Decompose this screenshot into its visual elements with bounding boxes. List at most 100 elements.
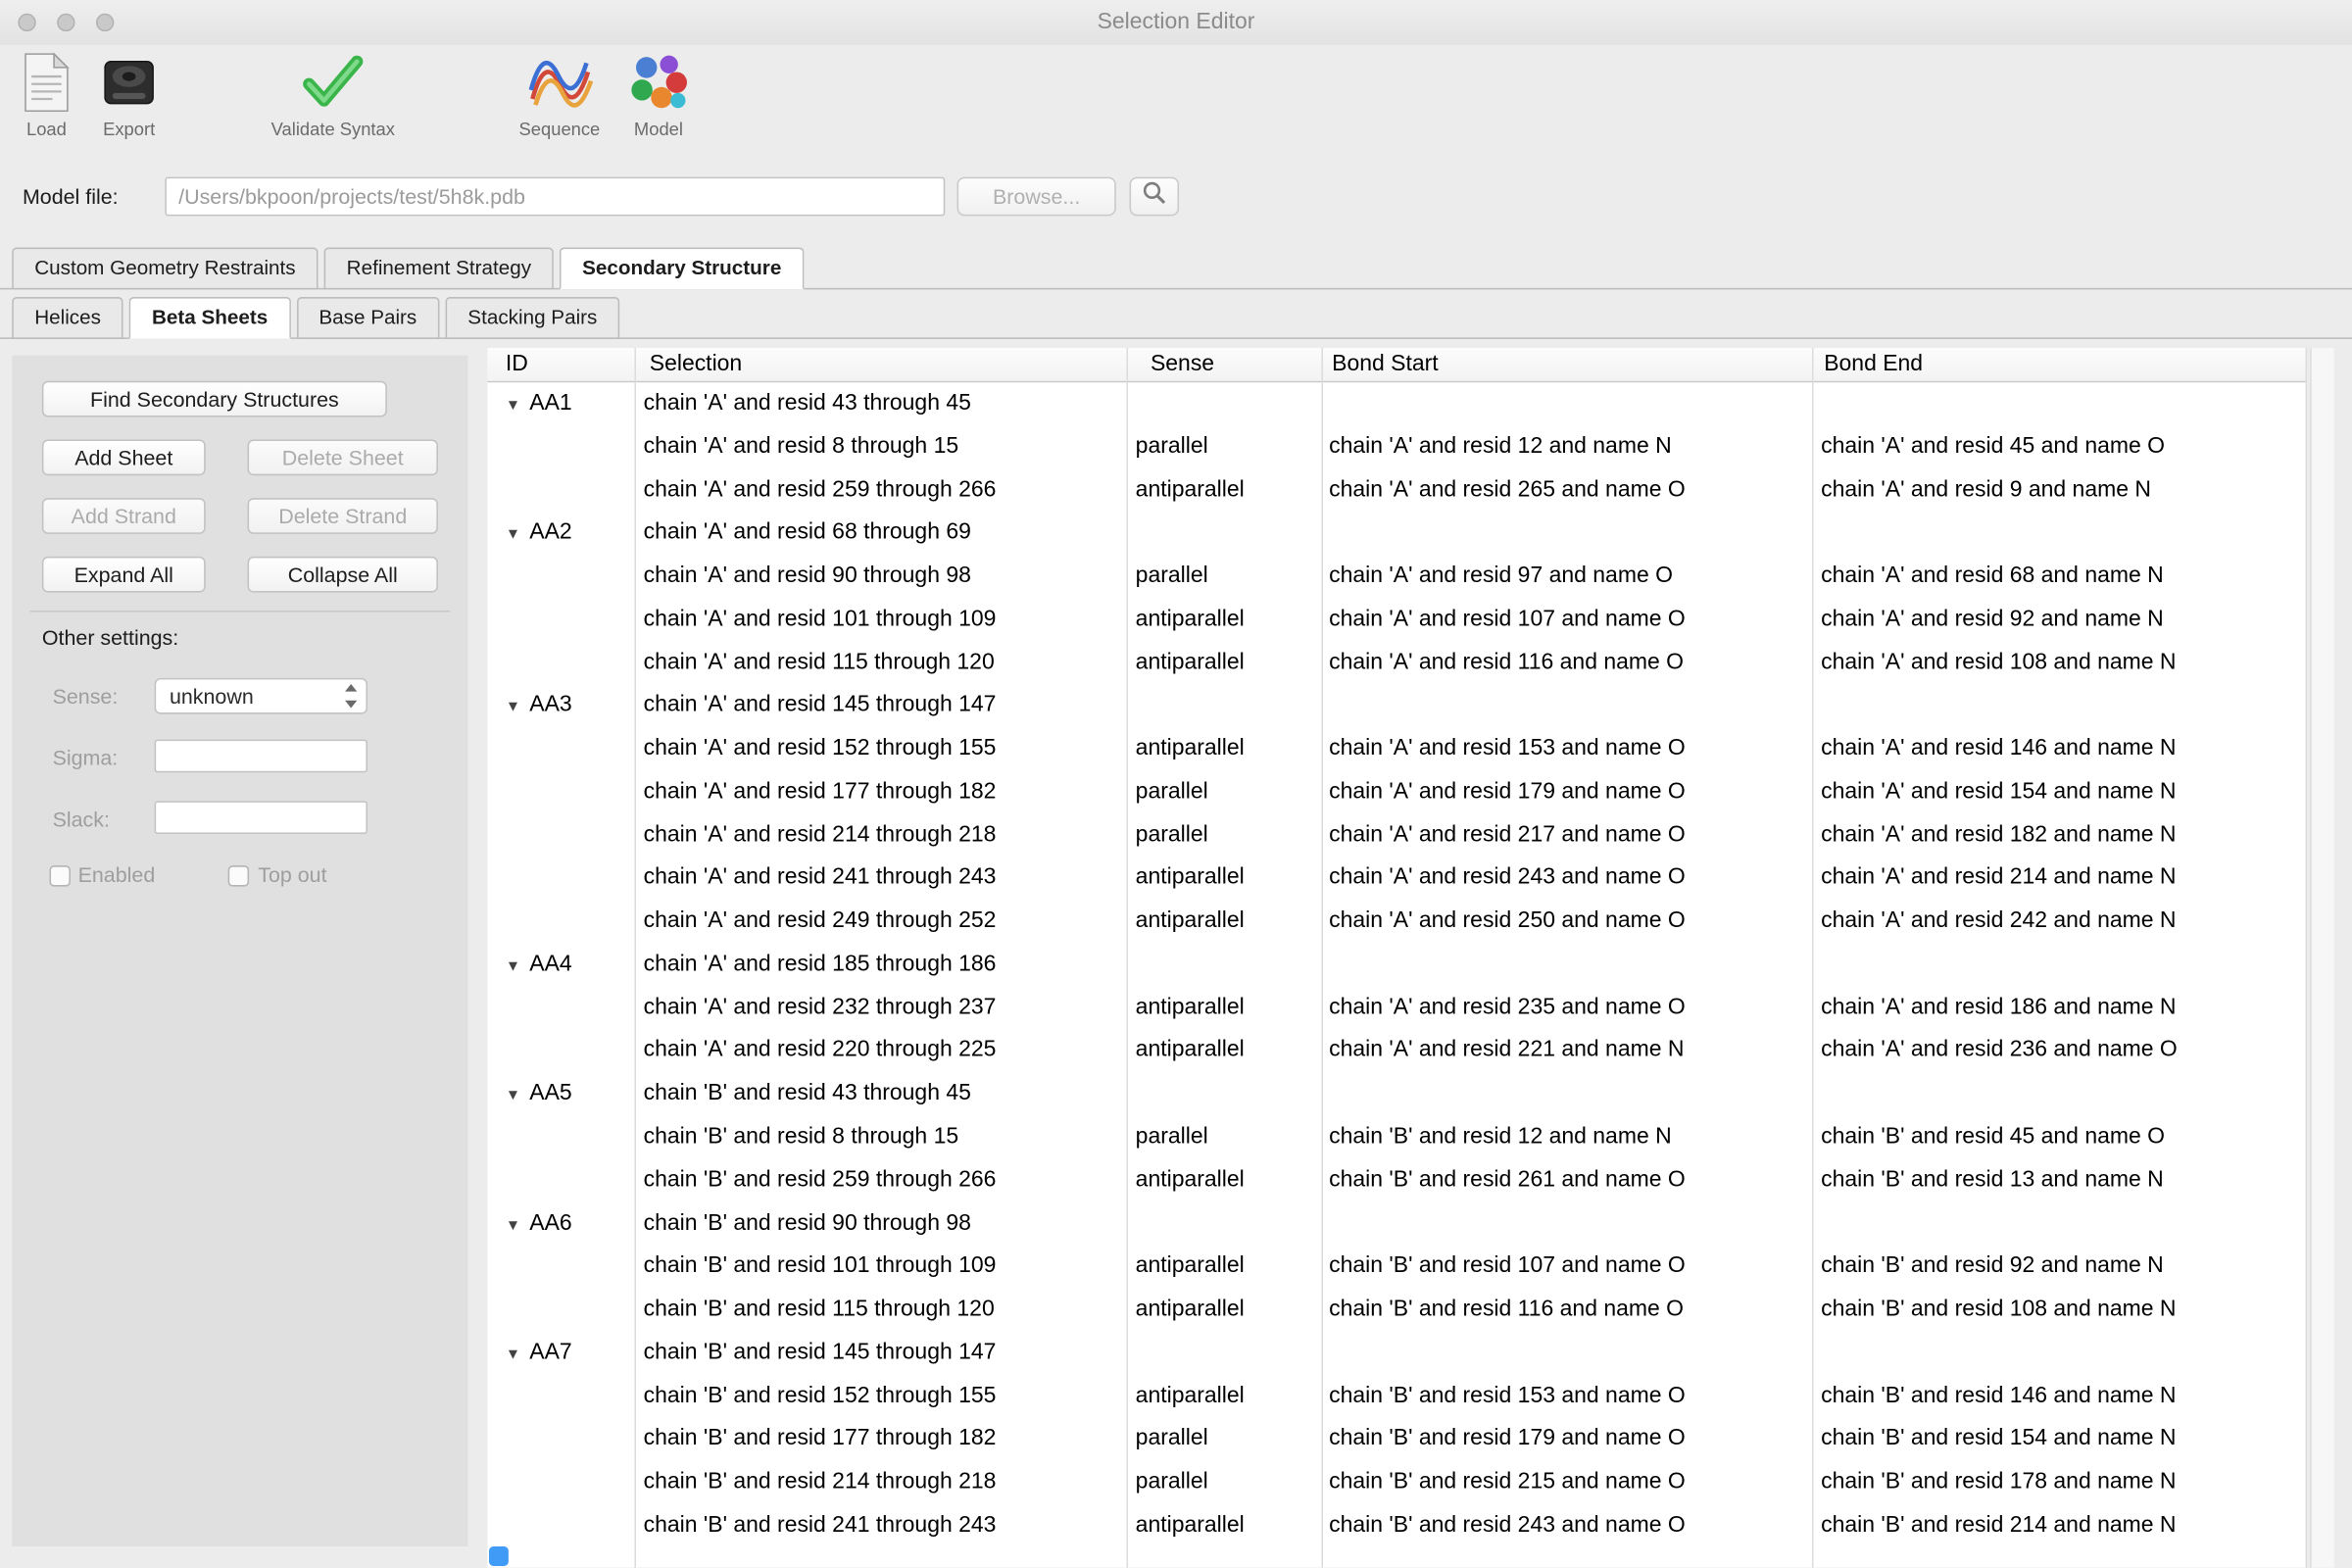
table-row[interactable]: ▼AA7 chain 'B' and resid 145 through 147 [487, 1332, 2307, 1375]
tab-helices[interactable]: Helices [12, 297, 123, 339]
cell-id: ▼AA7 [487, 1332, 634, 1375]
table-row[interactable]: ▼AA2 chain 'A' and resid 68 through 69 [487, 512, 2307, 555]
sidebar-panel: Find Secondary Structures Add Sheet Dele… [12, 356, 467, 1546]
delete-strand-button[interactable]: Delete Strand [248, 498, 438, 534]
column-header-bond-start[interactable]: Bond Start [1321, 348, 1812, 381]
disclosure-triangle-icon[interactable]: ▼ [506, 385, 529, 425]
table-row[interactable]: ▼ chain 'B' and resid 115 through 120 an… [487, 1289, 2307, 1332]
add-strand-button[interactable]: Add Strand [42, 498, 206, 534]
sense-dropdown[interactable]: unknown [155, 678, 368, 714]
table-row[interactable]: ▼AA4 chain 'A' and resid 185 through 186 [487, 944, 2307, 987]
table-row[interactable]: ▼ chain 'A' and resid 214 through 218 pa… [487, 814, 2307, 858]
tab-refinement-strategy[interactable]: Refinement Strategy [324, 248, 554, 290]
expand-all-button[interactable]: Expand All [42, 557, 206, 593]
disclosure-triangle-icon[interactable]: ▼ [506, 688, 529, 728]
slack-input[interactable] [155, 801, 368, 834]
table-row[interactable]: ▼ chain 'B' and resid 101 through 109 an… [487, 1246, 2307, 1289]
table-row[interactable]: ▼ chain 'A' and resid 259 through 266 an… [487, 468, 2307, 512]
cell-sense: parallel [1126, 555, 1321, 598]
primary-tab-bar: Custom Geometry Restraints Refinement St… [0, 248, 2352, 290]
column-header-id[interactable]: ID [487, 348, 634, 381]
table-row[interactable]: ▼ chain 'A' and resid 249 through 252 an… [487, 901, 2307, 944]
sheet-id: AA6 [529, 1210, 571, 1236]
tab-custom-geometry-restraints[interactable]: Custom Geometry Restraints [12, 248, 318, 290]
tab-stacking-pairs[interactable]: Stacking Pairs [445, 297, 619, 339]
table-row[interactable]: ▼ chain 'B' and resid 259 through 266 an… [487, 1159, 2307, 1202]
cell-bond-end [1812, 512, 2307, 555]
disclosure-triangle-icon[interactable]: ▼ [506, 514, 529, 555]
cell-bond-end: chain 'A' and resid 242 and name N [1812, 901, 2307, 944]
column-divider [2306, 348, 2308, 1568]
cell-bond-end: chain 'A' and resid 214 and name N [1812, 858, 2307, 901]
load-button[interactable]: Load [3, 50, 90, 140]
disclosure-triangle-icon[interactable]: ▼ [506, 1076, 529, 1116]
cell-sense [1126, 1202, 1321, 1246]
table-row[interactable]: ▼AA5 chain 'B' and resid 43 through 45 [487, 1073, 2307, 1116]
table-row[interactable]: ▼ chain 'B' and resid 214 through 218 pa… [487, 1461, 2307, 1504]
vertical-scrollbar[interactable] [2310, 348, 2333, 1568]
column-header-selection[interactable]: Selection [634, 348, 1126, 381]
column-header-sense[interactable]: Sense [1126, 348, 1321, 381]
cell-sense: antiparallel [1126, 1504, 1321, 1547]
add-sheet-button[interactable]: Add Sheet [42, 439, 206, 475]
table-row[interactable]: ▼ chain 'B' and resid 152 through 155 an… [487, 1375, 2307, 1418]
model-label: Model [612, 119, 705, 139]
table-row[interactable]: ▼ chain 'A' and resid 90 through 98 para… [487, 555, 2307, 598]
delete-sheet-button[interactable]: Delete Sheet [248, 439, 438, 475]
load-label: Load [3, 119, 90, 139]
table-row[interactable]: ▼ chain 'B' and resid 177 through 182 pa… [487, 1418, 2307, 1461]
table-row[interactable]: ▼ chain 'B' and resid 8 through 15 paral… [487, 1116, 2307, 1159]
cell-selection: chain 'A' and resid 152 through 155 [634, 728, 1126, 771]
cell-sense: antiparallel [1126, 987, 1321, 1030]
cell-id: ▼ [487, 1246, 634, 1289]
column-header-bond-end[interactable]: Bond End [1812, 348, 2307, 381]
find-secondary-structures-button[interactable]: Find Secondary Structures [42, 381, 387, 417]
table-row[interactable]: ▼ chain 'A' and resid 101 through 109 an… [487, 598, 2307, 641]
sigma-input[interactable] [155, 740, 368, 773]
cell-sense: antiparallel [1126, 1030, 1321, 1073]
table-row[interactable]: ▼AA6 chain 'B' and resid 90 through 98 [487, 1202, 2307, 1246]
cell-bond-start [1321, 382, 1812, 425]
tab-beta-sheets[interactable]: Beta Sheets [129, 297, 290, 339]
table-row[interactable]: ▼AA3 chain 'A' and resid 145 through 147 [487, 685, 2307, 728]
cell-id: ▼ [487, 1418, 634, 1461]
cell-bond-start: chain 'A' and resid 12 and name N [1321, 425, 1812, 468]
chevron-down-icon [344, 701, 356, 709]
browse-button[interactable]: Browse... [957, 177, 1116, 217]
disclosure-triangle-icon[interactable]: ▼ [506, 1335, 529, 1375]
table-row[interactable]: ▼ chain 'A' and resid 177 through 182 pa… [487, 771, 2307, 814]
model-file-input[interactable] [165, 177, 945, 217]
table-row[interactable]: ▼AA1 chain 'A' and resid 43 through 45 [487, 382, 2307, 425]
table-row[interactable]: ▼ chain 'B' and resid 241 through 243 an… [487, 1504, 2307, 1547]
enabled-checkbox[interactable] [50, 865, 71, 886]
top-out-checkbox[interactable] [228, 865, 249, 886]
cell-bond-start: chain 'B' and resid 215 and name O [1321, 1461, 1812, 1504]
table-row[interactable]: ▼ chain 'A' and resid 8 through 15 paral… [487, 425, 2307, 468]
disclosure-triangle-icon[interactable]: ▼ [506, 947, 529, 987]
table-row[interactable]: ▼ chain 'A' and resid 152 through 155 an… [487, 728, 2307, 771]
cell-bond-end: chain 'A' and resid 186 and name N [1812, 987, 2307, 1030]
search-button[interactable] [1130, 177, 1180, 217]
cell-bond-start: chain 'A' and resid 116 and name O [1321, 641, 1812, 684]
table-row[interactable]: ▼ chain 'A' and resid 241 through 243 an… [487, 858, 2307, 901]
tab-base-pairs[interactable]: Base Pairs [296, 297, 439, 339]
cell-selection: chain 'A' and resid 101 through 109 [634, 598, 1126, 641]
horizontal-scrollbar-thumb[interactable] [489, 1546, 509, 1566]
collapse-all-button[interactable]: Collapse All [248, 557, 438, 593]
cell-selection: chain 'B' and resid 101 through 109 [634, 1246, 1126, 1289]
cell-sense: antiparallel [1126, 1246, 1321, 1289]
disclosure-triangle-icon[interactable]: ▼ [506, 1205, 529, 1246]
table-row[interactable]: ▼ chain 'A' and resid 232 through 237 an… [487, 987, 2307, 1030]
table-row[interactable]: ▼ chain 'A' and resid 220 through 225 an… [487, 1030, 2307, 1073]
sequence-button[interactable]: Sequence [507, 50, 612, 140]
cell-sense: parallel [1126, 425, 1321, 468]
table-row[interactable]: ▼ chain 'A' and resid 115 through 120 an… [487, 641, 2307, 684]
cell-sense: antiparallel [1126, 1375, 1321, 1418]
sequence-icon [507, 50, 612, 116]
validate-syntax-button[interactable]: Validate Syntax [248, 50, 418, 140]
export-button[interactable]: Export [84, 50, 174, 140]
cell-sense [1126, 1073, 1321, 1116]
sense-dropdown-value: unknown [170, 679, 254, 712]
tab-secondary-structure[interactable]: Secondary Structure [560, 248, 804, 290]
model-button[interactable]: Model [612, 50, 705, 140]
